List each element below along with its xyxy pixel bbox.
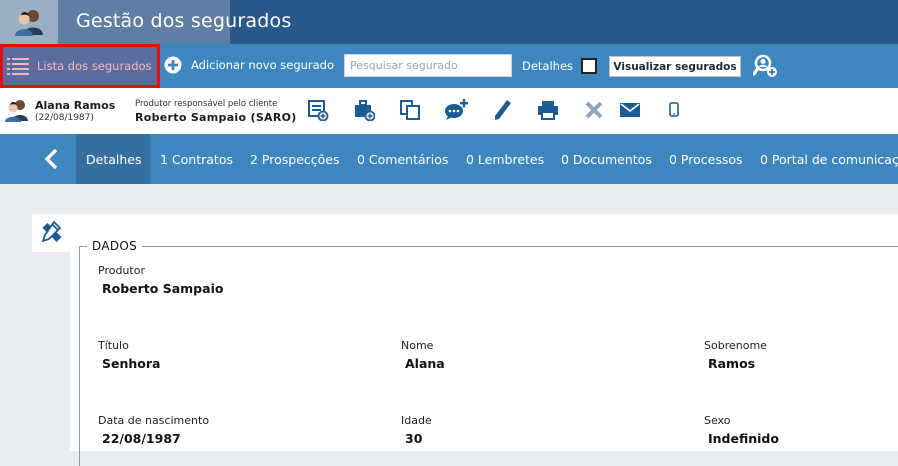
- search-input[interactable]: [344, 54, 512, 77]
- list-insured-label: Lista dos segurados: [37, 59, 152, 73]
- add-comment-icon[interactable]: [444, 98, 468, 122]
- value-sex: Indefinido: [708, 431, 779, 446]
- tab-contracts[interactable]: 1 Contratos: [160, 134, 233, 184]
- search-user-icon[interactable]: [752, 53, 779, 83]
- label-title: Título: [98, 339, 129, 352]
- copy-icon[interactable]: [398, 98, 422, 122]
- title-bar: Gestão dos segurados: [0, 0, 898, 44]
- tab-communication-portal[interactable]: 0 Portal de comunicação: [760, 134, 898, 184]
- add-insured-label: Adicionar novo segurado: [191, 58, 335, 72]
- section-legend: DADOS: [87, 239, 143, 253]
- label-first-name: Nome: [401, 339, 434, 352]
- producer-caption: Produtor responsável pelo cliente: [135, 99, 278, 109]
- details-label: Detalhes: [522, 59, 574, 73]
- edit-form-icon[interactable]: [306, 98, 330, 122]
- back-chevron-icon[interactable]: [40, 147, 64, 171]
- page-title: Gestão dos segurados: [76, 10, 292, 32]
- label-last-name: Sobrenome: [704, 339, 767, 352]
- value-first-name: Alana: [405, 356, 445, 371]
- client-name: Alana Ramos: [35, 99, 116, 112]
- tab-processes[interactable]: 0 Processos: [669, 134, 743, 184]
- delete-icon[interactable]: [582, 98, 606, 122]
- email-icon[interactable]: [618, 98, 642, 122]
- app-icon: [0, 0, 58, 44]
- value-title: Senhora: [102, 356, 161, 371]
- users-icon: [15, 10, 43, 36]
- print-icon[interactable]: [536, 98, 560, 122]
- mobile-icon[interactable]: [662, 98, 686, 122]
- value-producer: Roberto Sampaio: [102, 281, 224, 296]
- label-producer: Produtor: [98, 264, 145, 277]
- pencil-icon[interactable]: [490, 98, 514, 122]
- tab-comments[interactable]: 0 Comentários: [357, 134, 448, 184]
- briefcase-add-icon[interactable]: [352, 98, 376, 122]
- tab-details[interactable]: Detalhes: [76, 134, 150, 184]
- client-avatar-icon: [4, 98, 30, 126]
- add-insured-button[interactable]: Adicionar novo segurado: [164, 56, 334, 74]
- client-bar: Alana Ramos (22/08/1987) Produtor respon…: [0, 88, 898, 134]
- tab-bar: Detalhes 1 Contratos 2 Prospecções 0 Com…: [0, 134, 898, 184]
- view-insured-button[interactable]: Visualizar segurados: [609, 56, 741, 77]
- producer-name: Roberto Sampaio (SARO): [135, 111, 297, 124]
- tab-documents[interactable]: 0 Documentos: [561, 134, 652, 184]
- edit-tools-icon[interactable]: [32, 214, 72, 252]
- list-insured-button[interactable]: Lista dos segurados: [0, 44, 160, 88]
- tab-prospections[interactable]: 2 Prospecções: [250, 134, 340, 184]
- value-birth-date: 22/08/1987: [102, 431, 181, 446]
- label-age: Idade: [401, 414, 432, 427]
- value-last-name: Ramos: [708, 356, 756, 371]
- plus-circle-icon: [164, 56, 182, 74]
- tab-reminders[interactable]: 0 Lembretes: [466, 134, 544, 184]
- client-dob: (22/08/1987): [35, 113, 94, 123]
- details-checkbox[interactable]: [581, 58, 597, 74]
- value-age: 30: [405, 431, 423, 446]
- list-icon: [7, 58, 29, 75]
- toolbar: Lista dos segurados Adicionar novo segur…: [0, 44, 898, 88]
- label-birth-date: Data de nascimento: [98, 414, 210, 427]
- label-sex: Sexo: [704, 414, 731, 427]
